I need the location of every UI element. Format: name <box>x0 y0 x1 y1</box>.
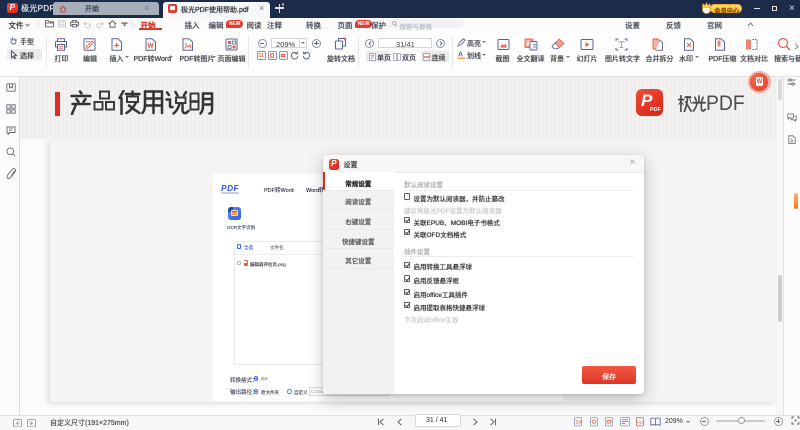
svg-text:A: A <box>458 51 463 58</box>
svg-text:14: 14 <box>576 420 582 426</box>
svg-text:PDF: PDF <box>637 420 644 425</box>
svg-text:文: 文 <box>532 42 538 50</box>
